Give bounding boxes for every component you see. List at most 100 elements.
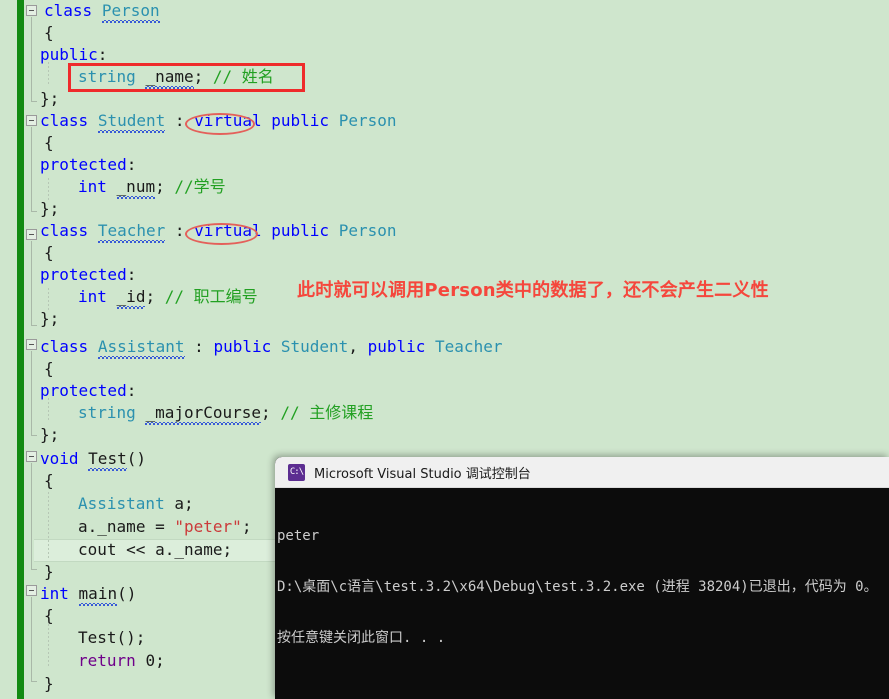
token-punct: ;: [193, 67, 204, 86]
token-punct: (): [116, 628, 136, 647]
token-punct: .: [87, 517, 98, 536]
token-comment: // 姓名: [212, 67, 274, 86]
token-identifier: a: [155, 540, 165, 559]
code-line[interactable]: {: [0, 132, 889, 154]
code-line[interactable]: };: [0, 198, 889, 220]
token-punct: .: [164, 540, 175, 559]
token-function: Test: [78, 628, 117, 647]
token-punct: (): [126, 449, 146, 468]
token-punct: }: [44, 562, 54, 581]
token-keyword: virtual: [194, 111, 262, 130]
token-punct: :: [97, 45, 108, 64]
token-keyword: public: [271, 221, 330, 240]
token-punct: :: [194, 337, 204, 356]
token-number: 0: [145, 651, 156, 670]
token-type: Person: [338, 221, 397, 240]
console-line: D:\桌面\c语言\test.3.2\x64\Debug\test.3.2.ex…: [277, 579, 878, 595]
code-line[interactable]: protected:: [0, 380, 889, 402]
token-comment: // 职工编号: [164, 287, 258, 306]
token-punct: {: [44, 23, 54, 42]
token-punct: ;: [241, 517, 252, 536]
token-punct: }: [44, 674, 54, 693]
token-identifier: _id: [116, 287, 146, 306]
token-keyword: int: [78, 177, 107, 196]
token-function: Test: [88, 449, 127, 468]
code-line[interactable]: };: [0, 424, 889, 446]
token-punct: ;: [222, 540, 233, 559]
token-punct: ;: [155, 651, 165, 670]
annotation-note: 此时就可以调用Person类中的数据了，还不会产生二义性: [297, 280, 769, 301]
token-operator: =: [155, 517, 165, 536]
console-line: peter: [277, 528, 320, 544]
token-identifier: _name: [97, 517, 146, 536]
code-line[interactable]: class Student : virtual public Person: [0, 110, 889, 132]
token-identifier: cout: [78, 540, 117, 559]
token-type: string: [78, 67, 136, 86]
token-type: Student: [97, 111, 166, 130]
console-title: Microsoft Visual Studio 调试控制台: [314, 466, 531, 482]
token-keyword: class: [40, 221, 89, 240]
token-punct: };: [40, 309, 60, 328]
token-punct: {: [44, 359, 54, 378]
token-punct: ;: [155, 177, 165, 196]
code-line[interactable]: public:: [0, 44, 889, 66]
code-line[interactable]: class Assistant : public Student, public…: [0, 336, 889, 358]
token-punct: {: [44, 471, 54, 490]
token-keyword: class: [40, 111, 89, 130]
token-keyword: virtual: [194, 221, 262, 240]
console-line: 按任意键关闭此窗口. . .: [277, 630, 446, 646]
token-type: Teacher: [97, 221, 166, 240]
code-line[interactable]: {: [0, 358, 889, 380]
token-string: "peter": [174, 517, 242, 536]
token-keyword: public: [40, 45, 98, 64]
token-keyword: public: [367, 337, 426, 356]
token-punct: {: [44, 606, 54, 625]
token-punct: ;: [183, 494, 194, 513]
token-keyword: protected: [40, 155, 127, 174]
debug-console-window[interactable]: C:\ Microsoft Visual Studio 调试控制台 peter …: [275, 457, 889, 699]
console-icon: C:\: [288, 463, 305, 481]
token-keyword: return: [78, 651, 136, 670]
code-line[interactable]: string _majorCourse; // 主修课程: [0, 402, 889, 424]
console-titlebar[interactable]: C:\ Microsoft Visual Studio 调试控制台: [275, 457, 889, 488]
token-type: Assistant: [97, 337, 185, 356]
token-keyword: protected: [40, 381, 127, 400]
token-comment: //学号: [174, 177, 226, 196]
token-type: Teacher: [435, 337, 503, 356]
token-type: Person: [101, 1, 160, 20]
token-keyword: void: [40, 449, 79, 468]
token-identifier: a: [78, 517, 88, 536]
code-line[interactable]: {: [0, 22, 889, 44]
code-line[interactable]: string _name; // 姓名: [0, 66, 889, 88]
token-punct: ,: [348, 337, 358, 356]
token-keyword: int: [78, 287, 107, 306]
code-line[interactable]: protected:: [0, 154, 889, 176]
token-keyword: public: [271, 111, 330, 130]
token-punct: :: [126, 155, 137, 174]
code-line[interactable]: };: [0, 88, 889, 110]
token-punct: ;: [261, 403, 271, 422]
token-punct: };: [40, 425, 60, 444]
code-line[interactable]: int _num; //学号: [0, 176, 889, 198]
code-line[interactable]: };: [0, 308, 889, 330]
code-line[interactable]: class Person: [0, 0, 889, 22]
code-line[interactable]: {: [0, 242, 889, 264]
token-keyword: protected: [40, 265, 127, 284]
token-type: Student: [280, 337, 349, 356]
code-line[interactable]: class Teacher : virtual public Person: [0, 220, 889, 242]
token-punct: :: [174, 111, 185, 130]
token-keyword: class: [40, 337, 89, 356]
token-function: main: [78, 584, 118, 603]
token-identifier: a: [174, 494, 184, 513]
token-keyword: int: [40, 584, 69, 603]
token-keyword: class: [44, 1, 93, 20]
console-output[interactable]: peter D:\桌面\c语言\test.3.2\x64\Debug\test.…: [275, 488, 889, 699]
token-punct: };: [40, 89, 60, 108]
token-comment: // 主修课程: [280, 403, 374, 422]
token-punct: :: [126, 381, 137, 400]
token-punct: :: [174, 221, 185, 240]
token-punct: {: [44, 133, 54, 152]
token-identifier: _majorCourse: [145, 403, 262, 422]
token-punct: (): [117, 584, 137, 603]
token-identifier: _num: [116, 177, 156, 196]
